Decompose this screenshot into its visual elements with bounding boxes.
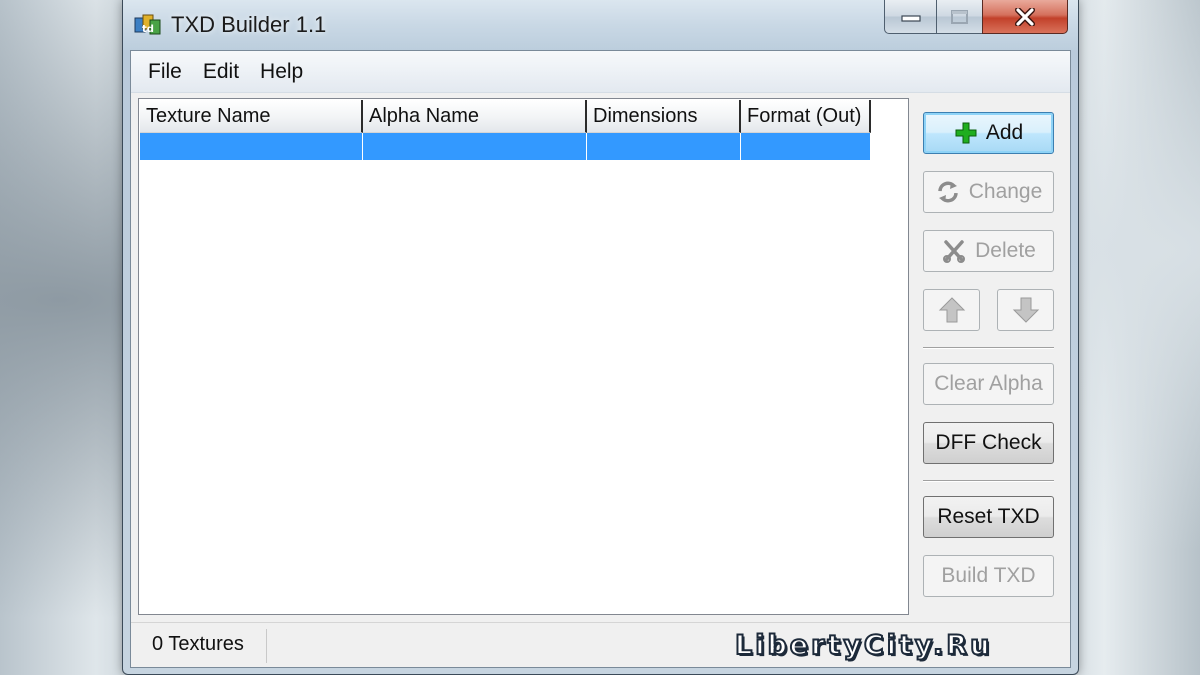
- move-up-button[interactable]: [923, 289, 980, 331]
- arrow-down-icon: [1012, 297, 1039, 323]
- plus-icon: [955, 122, 977, 144]
- app-icon: td: [134, 14, 161, 35]
- refresh-icon: [937, 181, 958, 203]
- change-label: Change: [968, 180, 1043, 203]
- menu-help[interactable]: Help: [251, 60, 312, 84]
- delete-button[interactable]: Delete: [923, 230, 1054, 272]
- column-texture-name[interactable]: Texture Name: [140, 100, 363, 133]
- texture-list[interactable]: Texture Name Alpha Name Dimensions Forma…: [138, 98, 909, 615]
- minimize-button[interactable]: [884, 0, 936, 34]
- maximize-button[interactable]: [936, 0, 982, 34]
- add-button[interactable]: Add: [923, 112, 1054, 154]
- cell-dimensions: [587, 133, 741, 160]
- reset-txd-button[interactable]: Reset TXD: [923, 496, 1054, 538]
- move-down-button[interactable]: [997, 289, 1054, 331]
- column-format-out[interactable]: Format (Out): [741, 100, 871, 133]
- dff-check-label: DFF Check: [935, 431, 1042, 454]
- caption-buttons: [884, 0, 1068, 34]
- build-txd-button[interactable]: Build TXD: [923, 555, 1054, 597]
- minimize-icon: [900, 14, 921, 22]
- cell-texture-name: [140, 133, 363, 160]
- close-button[interactable]: [982, 0, 1068, 34]
- client-area: File Edit Help Texture Name Alpha Name D…: [130, 50, 1071, 668]
- maximize-icon: [950, 9, 968, 24]
- button-separator: [923, 480, 1054, 482]
- dff-check-button[interactable]: DFF Check: [923, 422, 1054, 464]
- cell-format-out: [741, 133, 871, 160]
- clear-alpha-button[interactable]: Clear Alpha: [923, 363, 1054, 405]
- column-alpha-name[interactable]: Alpha Name: [363, 100, 587, 133]
- menu-bar: File Edit Help: [131, 51, 1070, 93]
- clear-alpha-label: Clear Alpha: [934, 372, 1043, 395]
- list-header: Texture Name Alpha Name Dimensions Forma…: [140, 100, 871, 133]
- svg-text:td: td: [142, 24, 154, 35]
- scissors-x-icon: [943, 240, 966, 263]
- table-row[interactable]: [140, 133, 871, 160]
- reset-txd-label: Reset TXD: [937, 505, 1040, 528]
- app-window: td TXD Builder 1.1 File Edit Help Textur…: [122, 0, 1079, 675]
- change-button[interactable]: Change: [923, 171, 1054, 213]
- button-separator: [923, 347, 1054, 349]
- delete-label: Delete: [975, 239, 1036, 262]
- cell-alpha-name: [363, 133, 587, 160]
- title-bar[interactable]: td TXD Builder 1.1: [123, 0, 1078, 50]
- menu-edit[interactable]: Edit: [194, 60, 248, 84]
- build-txd-label: Build TXD: [941, 564, 1036, 587]
- window-title: TXD Builder 1.1: [171, 12, 327, 37]
- column-dimensions[interactable]: Dimensions: [587, 100, 741, 133]
- texture-count: 0 Textures: [139, 629, 267, 663]
- close-icon: [1015, 7, 1035, 26]
- watermark-logo: LibertyCity.Ru: [734, 629, 993, 662]
- menu-file[interactable]: File: [139, 60, 191, 84]
- arrow-up-icon: [938, 297, 965, 323]
- add-label: Add: [985, 121, 1024, 144]
